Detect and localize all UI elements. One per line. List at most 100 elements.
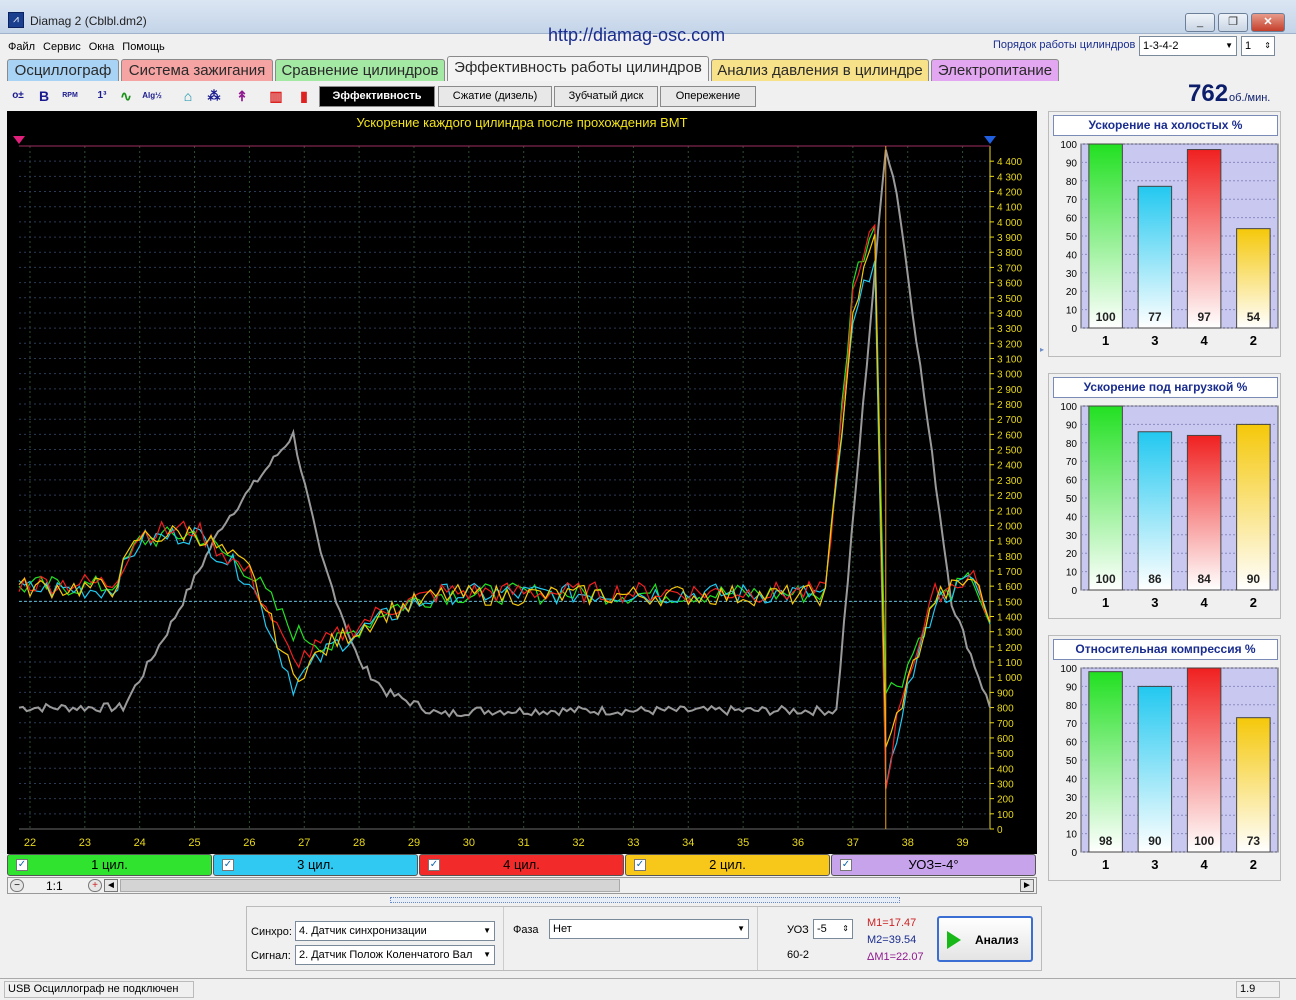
bar-icon[interactable]: ▮ (294, 86, 314, 106)
bar (1088, 143, 1123, 329)
tab-cylinder-compare[interactable]: Сравнение цилиндров (275, 59, 445, 81)
y-tick-label: 800 (997, 704, 1014, 715)
signal-select[interactable]: 2. Датчик Полож Коленчатого Вал ▼ (295, 945, 495, 965)
divider (757, 907, 758, 970)
channel-1[interactable]: ✓ 1 цил. (7, 854, 212, 876)
zoom-level: 1:1 (46, 879, 63, 893)
panel-title: Относительная компрессия % (1053, 639, 1278, 660)
y-tick-label: 2 300 (997, 476, 1022, 487)
wave-icon[interactable]: ∿ (116, 86, 136, 106)
subtab-toothed-disk[interactable]: Зубчатый диск (554, 86, 658, 107)
y-tick-label: 100 (1060, 140, 1077, 151)
scroll-right-icon[interactable]: ► (1020, 879, 1034, 892)
bars-chart-icon[interactable]: ▥ (266, 86, 286, 106)
tab-cylinder-efficiency[interactable]: Эффективность работы цилиндров (447, 56, 709, 81)
y-tick-label: 70 (1066, 719, 1078, 730)
channel-2[interactable]: ✓ 2 цил. (625, 854, 830, 876)
y-tick-label: 40 (1066, 512, 1078, 523)
tab-oscilloscope[interactable]: Осциллограф (7, 59, 119, 81)
bar-value-label: 100 (1096, 310, 1116, 324)
bar-value-label: 97 (1197, 310, 1211, 324)
y-tick-label: 90 (1066, 158, 1078, 169)
y-tick-label: 2 900 (997, 385, 1022, 396)
zoom-out-icon[interactable]: − (10, 879, 24, 892)
y-tick-label: 900 (997, 688, 1014, 699)
zoom-in-icon[interactable]: + (88, 879, 102, 892)
y-tick-label: 0 (1071, 324, 1077, 335)
channel-3[interactable]: ✓ 3 цил. (213, 854, 418, 876)
bold-icon[interactable]: B (34, 86, 54, 106)
x-tick-label: 37 (847, 837, 859, 849)
y-tick-label: 80 (1066, 439, 1078, 450)
channel-4[interactable]: ✓ 4 цил. (419, 854, 624, 876)
y-tick-label: 3 200 (997, 339, 1022, 350)
sensor-icon[interactable]: ⌂ (178, 86, 198, 106)
analyze-button[interactable]: Анализ (937, 916, 1033, 962)
firing-order-select[interactable]: 1-3-4-2 ▼ (1139, 36, 1237, 56)
series-line-4 (18, 234, 991, 748)
channel-advance[interactable]: ✓ УОЗ=-4° (831, 854, 1036, 876)
bar-value-label: 86 (1148, 572, 1162, 586)
scroll-bar[interactable]: − 1:1 + ◄ ► (7, 877, 1037, 894)
marker-delta: ΔM1=22.07 (867, 951, 924, 963)
tab-power-supply[interactable]: Электропитание (931, 59, 1059, 81)
menu-service[interactable]: Сервис (43, 38, 81, 56)
subtab-efficiency[interactable]: Эффективность (319, 86, 435, 107)
website-link[interactable]: http://diamag-osc.com (548, 25, 725, 46)
y-tick-label: 1 200 (997, 643, 1022, 654)
compression-bar-chart: 0 10 20 30 40 50 60 70 80 90 100 98 1 90 3 100 4 73 2 (1060, 664, 1279, 872)
subtab-compression[interactable]: Сжатие (дизель) (438, 86, 552, 107)
y-tick-label: 2 200 (997, 491, 1022, 502)
y-tick-label: 4 300 (997, 172, 1022, 183)
phase-select[interactable]: Нет ▼ (549, 919, 749, 939)
scroll-left-icon[interactable]: ◄ (104, 879, 118, 892)
version-label: 1.9 (1236, 981, 1280, 998)
y-tick-label: 90 (1066, 682, 1078, 693)
right-marker-icon (984, 136, 996, 144)
category-label: 2 (1250, 857, 1257, 872)
side-splitter-icon[interactable]: ▸ (1040, 345, 1045, 357)
minimize-button[interactable]: _ (1185, 13, 1215, 32)
category-label: 4 (1201, 595, 1209, 610)
firing-order-value: 1-3-4-2 (1143, 40, 1179, 52)
cylinder-stepper[interactable]: 1 ⇕ (1241, 36, 1275, 56)
cylinder-value: 1 (1245, 40, 1252, 52)
x-tick-label: 23 (79, 837, 91, 849)
y-tick-label: 100 (1060, 664, 1077, 675)
y-tick-label: 2 500 (997, 446, 1022, 457)
oscilloscope-chart[interactable]: Ускорение каждого цилиндра после прохожд… (7, 111, 1037, 854)
divider (503, 907, 504, 970)
y-tick-label: 1 500 (997, 597, 1022, 608)
y-tick-label: 1 100 (997, 658, 1022, 669)
y-tick-label: 30 (1066, 531, 1078, 542)
scroll-thumb[interactable] (120, 879, 620, 892)
y-tick-label: 3 800 (997, 248, 1022, 259)
menu-help[interactable]: Помощь (122, 38, 165, 56)
menu-file[interactable]: Файл (8, 38, 35, 56)
zero-offset-icon[interactable]: o± (8, 86, 28, 106)
category-label: 3 (1151, 595, 1158, 610)
bar-value-label: 84 (1197, 572, 1211, 586)
y-tick-label: 1 400 (997, 613, 1022, 624)
y-tick-label: 2 700 (997, 415, 1022, 426)
signal-label: Сигнал: (251, 950, 291, 962)
uoz-stepper[interactable]: -5 ⇕ (813, 919, 853, 939)
y-tick-label: 300 (997, 779, 1014, 790)
tab-pressure-analysis[interactable]: Анализ давления в цилиндре (711, 59, 929, 81)
algorithm-icon[interactable]: Alg½ (142, 86, 162, 106)
subtab-advance[interactable]: Опережение (660, 86, 756, 107)
connection-status: USB Осциллограф не подключен (4, 981, 194, 998)
filter-icon[interactable]: ↟ (232, 86, 252, 106)
y-tick-label: 20 (1066, 549, 1078, 560)
y-tick-label: 600 (997, 734, 1014, 745)
counter-icon[interactable]: ⁂ (204, 86, 224, 106)
menu-windows[interactable]: Окна (89, 38, 115, 56)
splitter-handle[interactable] (390, 897, 900, 903)
close-button[interactable]: ✕ (1251, 13, 1285, 32)
scale-icon[interactable]: 1³ (92, 86, 112, 106)
tab-ignition[interactable]: Система зажигания (121, 59, 273, 81)
maximize-button[interactable]: ❐ (1218, 13, 1248, 32)
rpm-icon[interactable]: RPM (60, 86, 80, 106)
bar-value-label: 54 (1247, 310, 1261, 324)
sync-select[interactable]: 4. Датчик синхронизации ▼ (295, 921, 495, 941)
